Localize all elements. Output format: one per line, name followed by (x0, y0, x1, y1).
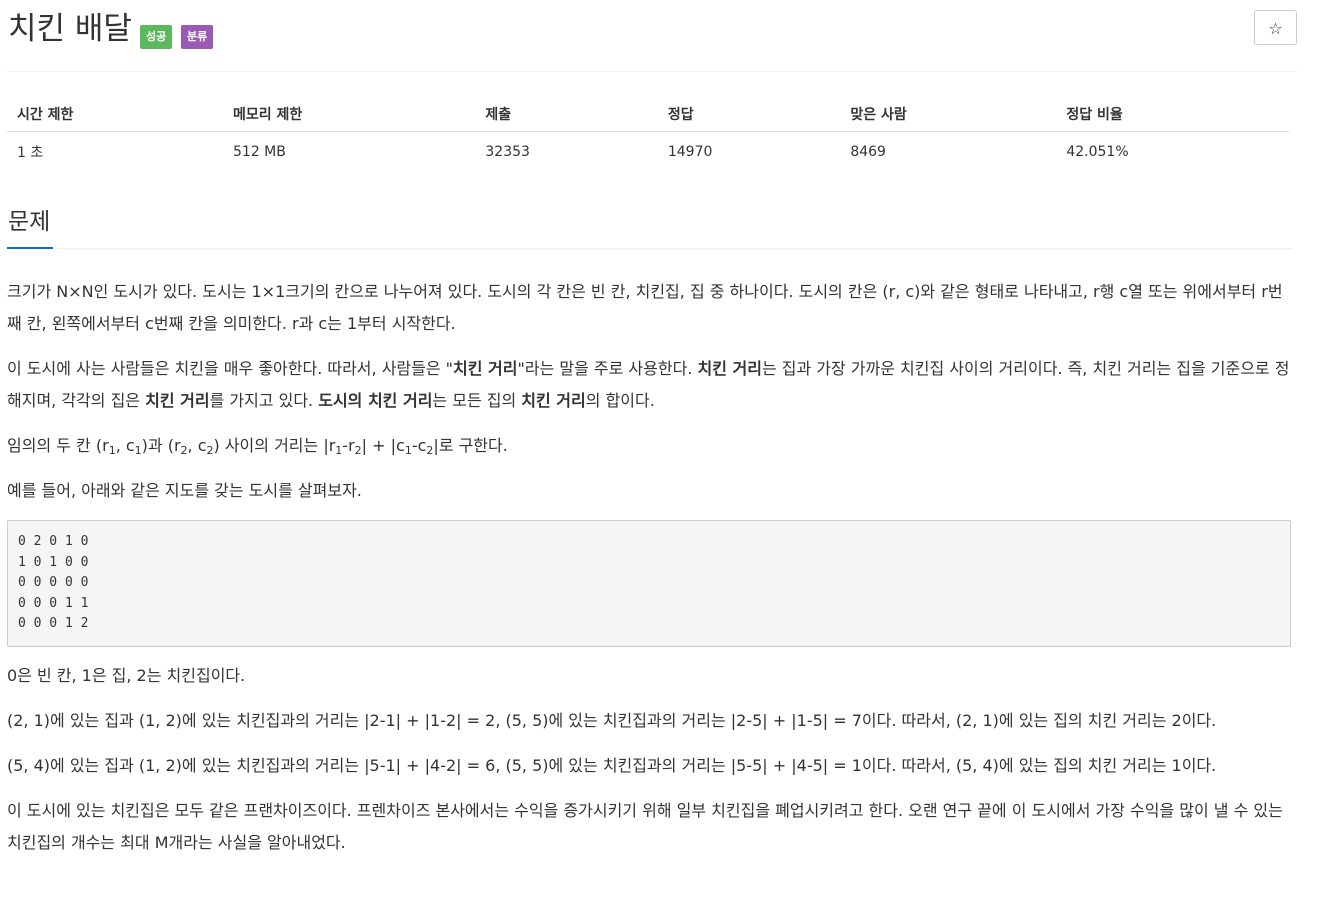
description-paragraph-3: 임의의 두 칸 (r1, c1)과 (r2, c2) 사이의 거리는 |r1-r… (7, 430, 1291, 462)
section-title-underline (7, 247, 53, 249)
problem-header: 치킨 배달 성공 분류 ☆ (7, 0, 1297, 72)
description-paragraph-6: (2, 1)에 있는 집과 (1, 2)에 있는 치킨집과의 거리는 |2-1|… (7, 710, 1217, 730)
description-paragraph-5: 0은 빈 칸, 1은 집, 2는 치킨집이다. (7, 665, 246, 685)
text-span: )과 (r (141, 436, 181, 455)
text-span: "라는 말을 주로 사용한다. (517, 359, 698, 378)
subscript: 1 (134, 444, 142, 457)
status-badge[interactable]: 성공 (140, 25, 173, 49)
subscript: 2 (180, 444, 188, 457)
problem-page: 치킨 배달 성공 분류 ☆ 시간 제한 메모리 제한 제출 정답 맞은 사람 정… (7, 0, 1297, 852)
bold-term: 치킨 거리 (453, 359, 518, 378)
accept-ratio-value: 42.051% (1066, 144, 1129, 160)
text-span: -r (342, 436, 355, 455)
problem-description: 크기가 N×N인 도시가 있다. 도시는 1×1크기의 칸으로 나누어져 있다.… (7, 276, 1291, 872)
solved-users-value[interactable]: 8469 (840, 132, 1056, 173)
submissions-value[interactable]: 32353 (475, 132, 657, 173)
star-icon: ☆ (1268, 19, 1283, 38)
text-span: , c (187, 436, 207, 455)
submissions-header: 제출 (475, 96, 658, 132)
section-title: 문제 (8, 209, 51, 235)
accept-ratio-header: 정답 비율 (1056, 96, 1289, 132)
accepted-value[interactable]: 14970 (658, 132, 840, 173)
text-span: 는 모든 집의 (432, 391, 522, 410)
bold-term: 치킨 거리 (521, 391, 586, 410)
subscript: 1 (404, 444, 412, 457)
text-span: , c (115, 436, 135, 455)
description-paragraph-1: 크기가 N×N인 도시가 있다. 도시는 1×1크기의 칸으로 나누어져 있다.… (7, 282, 1283, 333)
favorite-button[interactable]: ☆ (1254, 10, 1297, 45)
description-paragraph-7: (5, 4)에 있는 집과 (1, 2)에 있는 치킨집과의 거리는 |5-1|… (7, 755, 1217, 775)
time-limit-value: 1 초 (17, 145, 44, 161)
description-paragraph-4: 예를 들어, 아래와 같은 지도를 갖는 도시를 살펴보자. (7, 481, 362, 500)
example-map-grid: 0 2 0 1 0 1 0 1 0 0 0 0 0 0 0 0 0 0 1 1 … (7, 520, 1291, 647)
bold-term: 치킨 거리 (145, 391, 210, 410)
bold-term: 치킨 거리 (697, 359, 762, 378)
text-span: | + |c (361, 436, 405, 455)
problem-info-table: 시간 제한 메모리 제한 제출 정답 맞은 사람 정답 비율 1 초 512 M… (7, 96, 1289, 172)
text-span: 임의의 두 칸 (r (7, 436, 109, 455)
subscript: 2 (206, 444, 214, 457)
text-span: 의 합이다. (585, 391, 655, 410)
subscript: 2 (354, 444, 362, 457)
time-limit-header: 시간 제한 (7, 96, 223, 132)
bold-term: 도시의 치킨 거리 (318, 391, 433, 410)
description-paragraph-8: 이 도시에 있는 치킨집은 모두 같은 프랜차이즈이다. 프렌차이즈 본사에서는… (7, 800, 1283, 852)
accepted-header: 정답 (657, 96, 841, 132)
info-value-row: 1 초 512 MB 32353 14970 8469 42.051% (7, 132, 1289, 173)
text-span: 이 도시에 사는 사람들은 치킨을 매우 좋아한다. 따라서, 사람들은 " (7, 359, 454, 378)
memory-limit-value: 512 MB (233, 144, 286, 160)
solved-users-header: 맞은 사람 (840, 96, 1057, 132)
text-span: 를 가지고 있다. (209, 391, 319, 410)
problem-title: 치킨 배달 (8, 11, 132, 47)
info-header-row: 시간 제한 메모리 제한 제출 정답 맞은 사람 정답 비율 (7, 96, 1289, 132)
description-paragraph-2: 이 도시에 사는 사람들은 치킨을 매우 좋아한다. 따라서, 사람들은 "치킨… (7, 353, 1291, 417)
category-badge[interactable]: 분류 (181, 25, 214, 49)
subscript: 1 (108, 444, 116, 457)
problem-section-header: 문제 (7, 203, 1291, 249)
memory-limit-header: 메모리 제한 (223, 96, 476, 132)
text-span: |로 구한다. (433, 436, 508, 455)
text-span: -c (411, 436, 427, 455)
text-span: ) 사이의 거리는 |r (213, 436, 336, 455)
